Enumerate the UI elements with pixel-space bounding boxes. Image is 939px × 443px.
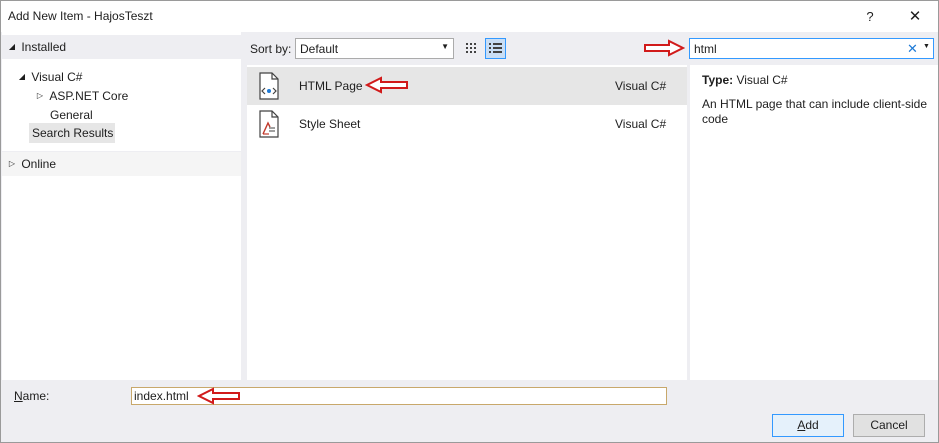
- template-item-html-page[interactable]: HTML Page Visual C#: [247, 67, 687, 105]
- list-view-button[interactable]: [485, 38, 506, 59]
- template-item-style-sheet[interactable]: Style Sheet Visual C#: [247, 105, 687, 143]
- tree-item-aspnet-core[interactable]: ▷ ASP.NET Core: [34, 87, 128, 105]
- category-tree: ◢ Installed ◢ Visual C# ▷ ASP.NET Core G…: [2, 32, 241, 380]
- tree-item-search-results[interactable]: Search Results: [32, 124, 113, 142]
- detail-type-label: Type:: [702, 73, 734, 87]
- search-input[interactable]: [694, 41, 894, 56]
- expanded-arrow-icon[interactable]: ◢: [6, 38, 18, 56]
- list-view-icon: [489, 43, 502, 53]
- search-box[interactable]: ✕ ▼: [689, 38, 934, 59]
- grid-view-icon: [466, 43, 476, 53]
- question-icon: ?: [866, 9, 874, 24]
- tree-item-general[interactable]: General: [50, 106, 93, 124]
- detail-type: Type: Visual C#: [702, 73, 788, 87]
- annotation-arrow-icon: [197, 387, 240, 405]
- clear-search-icon[interactable]: ✕: [907, 40, 918, 57]
- collapsed-arrow-icon[interactable]: ▷: [6, 155, 18, 173]
- stylesheet-icon: [259, 110, 279, 138]
- sort-by-dropdown[interactable]: Default ▼: [295, 38, 454, 59]
- name-label-text: ame:: [22, 389, 50, 403]
- template-language: Visual C#: [615, 79, 667, 93]
- template-name: Style Sheet: [299, 117, 361, 131]
- add-new-item-dialog: Add New Item - HajosTeszt ? ✕ ◢ Installe…: [0, 0, 939, 443]
- sort-by-label: Sort by:: [250, 42, 292, 56]
- detail-type-value: Visual C#: [736, 73, 788, 87]
- template-name: HTML Page: [299, 79, 363, 93]
- help-button[interactable]: ?: [856, 6, 884, 28]
- tree-item-online[interactable]: ▷ Online: [6, 155, 56, 173]
- sort-by-value: Default: [300, 42, 339, 56]
- cancel-button[interactable]: Cancel: [853, 414, 925, 437]
- add-button-label: dd: [805, 418, 819, 432]
- window-title: Add New Item - HajosTeszt: [8, 9, 153, 23]
- expanded-arrow-icon[interactable]: ◢: [16, 68, 28, 86]
- html-page-icon: [259, 72, 279, 100]
- small-icons-view-button[interactable]: [461, 38, 482, 59]
- dropdown-arrow-icon: ▼: [441, 42, 449, 51]
- template-details: Type: Visual C# An HTML page that can in…: [690, 65, 938, 380]
- template-language: Visual C#: [615, 117, 667, 131]
- title-bar: Add New Item - HajosTeszt ? ✕: [1, 1, 938, 32]
- add-button[interactable]: Add: [772, 414, 844, 437]
- close-button[interactable]: ✕: [901, 6, 929, 28]
- detail-description: An HTML page that can include client-sid…: [702, 97, 928, 126]
- template-list: HTML Page Visual C# Style Sheet Visual C…: [247, 65, 687, 380]
- tree-item-visual-csharp[interactable]: ◢ Visual C#: [16, 68, 83, 86]
- tree-item-installed[interactable]: ◢ Installed: [6, 38, 66, 56]
- collapsed-arrow-icon[interactable]: ▷: [34, 87, 46, 105]
- annotation-arrow-icon: [644, 39, 685, 57]
- close-icon: ✕: [908, 8, 922, 25]
- search-dropdown-icon[interactable]: ▼: [923, 43, 930, 50]
- annotation-arrow-icon: [365, 76, 408, 94]
- name-label: Name:: [14, 389, 50, 403]
